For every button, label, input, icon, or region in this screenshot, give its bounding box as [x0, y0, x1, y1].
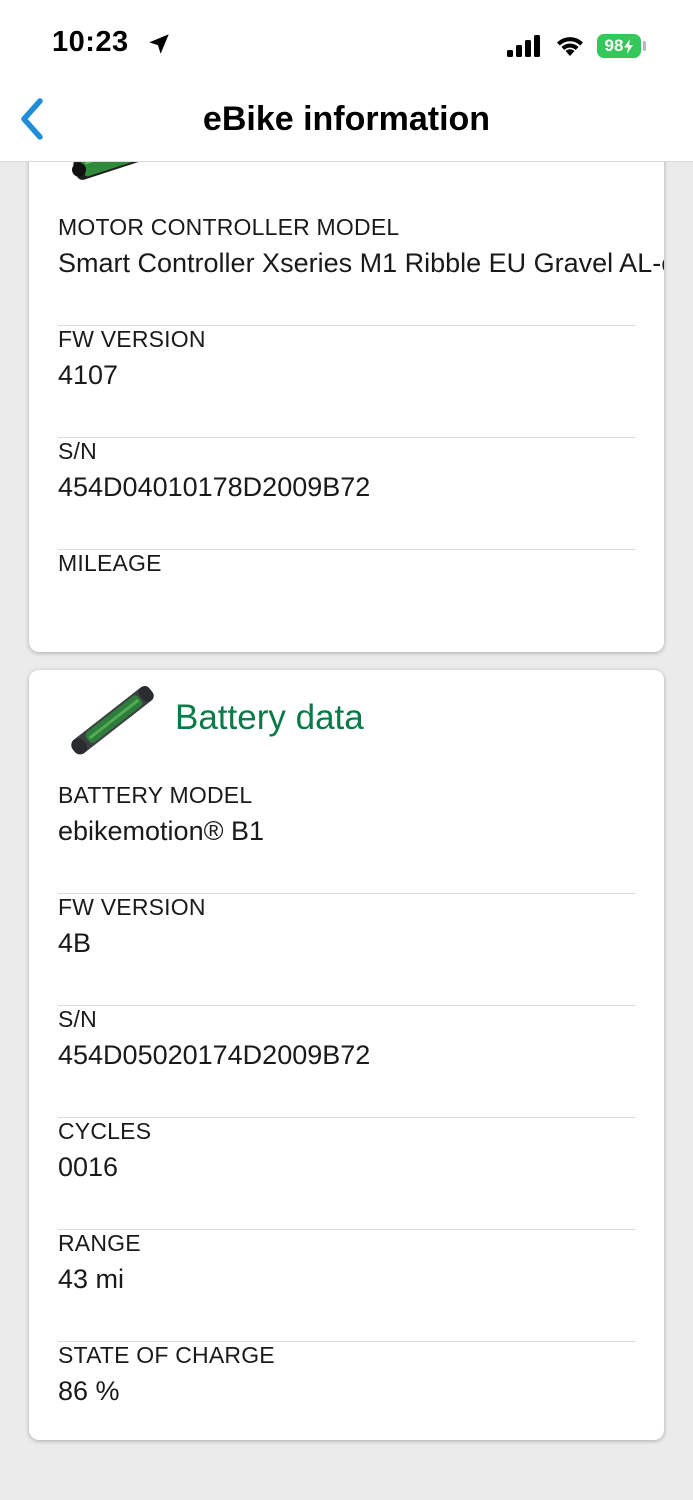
- field-label: CYCLES: [58, 1118, 152, 1144]
- field-label: S/N: [58, 1006, 97, 1032]
- field-value: 454D05020174D2009B72: [58, 1040, 371, 1070]
- field-battery-serial-number: S/N 454D05020174D2009B72: [58, 1006, 636, 1118]
- field-state-of-charge: STATE OF CHARGE 86 %: [58, 1342, 636, 1440]
- battery-data-card: Battery data BATTERY MODEL ebikemotion® …: [29, 670, 664, 1440]
- status-time: 10:23: [52, 26, 129, 58]
- field-label: STATE OF CHARGE: [58, 1342, 275, 1368]
- field-value: 454D04010178D2009B72: [58, 472, 371, 502]
- field-controller-fw-version: FW VERSION 4107: [58, 326, 636, 438]
- field-range: RANGE 43 mi: [58, 1230, 636, 1342]
- field-label: RANGE: [58, 1230, 141, 1256]
- card-header: Battery data: [29, 670, 664, 770]
- field-label: MOTOR CONTROLLER MODEL: [58, 214, 400, 240]
- field-label: S/N: [58, 438, 97, 464]
- field-mileage: MILEAGE: [58, 550, 636, 652]
- field-label: MILEAGE: [58, 550, 162, 576]
- card-title: Controller data: [175, 162, 405, 170]
- motor-controller-icon: [72, 162, 152, 180]
- wifi-icon: [557, 37, 583, 56]
- battery-level-text: 98: [604, 36, 624, 55]
- battery-cap: [643, 41, 646, 51]
- charging-bolt-icon: [624, 38, 634, 54]
- status-bar: 10:23 98: [0, 0, 693, 82]
- field-controller-serial-number: S/N 454D04010178D2009B72: [58, 438, 636, 550]
- page-title: eBike information: [202, 100, 491, 138]
- field-cycles: CYCLES 0016: [58, 1118, 636, 1230]
- field-value: 86 %: [58, 1376, 120, 1406]
- field-label: FW VERSION: [58, 894, 206, 920]
- field-value: 4107: [58, 360, 119, 390]
- card-header: Controller data: [29, 162, 664, 202]
- field-value: 4B: [58, 928, 92, 958]
- card-title: Battery data: [175, 698, 364, 737]
- field-motor-controller-model: MOTOR CONTROLLER MODEL Smart Controller …: [58, 214, 664, 326]
- cellular-signal-icon: [507, 35, 540, 57]
- battery-tube-icon: [71, 685, 154, 755]
- field-battery-model: BATTERY MODEL ebikemotion® B1: [58, 782, 636, 894]
- field-label: BATTERY MODEL: [58, 782, 253, 808]
- controller-data-card: Controller data MOTOR CONTROLLER MODEL S…: [29, 162, 664, 652]
- field-value: 43 mi: [58, 1264, 125, 1294]
- field-value: ebikemotion® B1: [58, 816, 265, 846]
- field-value: Smart Controller Xseries M1 Ribble EU Gr…: [58, 248, 664, 278]
- content-scroll-area[interactable]: Controller data MOTOR CONTROLLER MODEL S…: [0, 162, 693, 1500]
- location-arrow-icon: [149, 34, 169, 54]
- navigation-bar: eBike information: [0, 82, 693, 162]
- battery-indicator: 98: [597, 34, 641, 58]
- field-value: 0016: [58, 1152, 119, 1182]
- field-battery-fw-version: FW VERSION 4B: [58, 894, 636, 1006]
- field-label: FW VERSION: [58, 326, 206, 352]
